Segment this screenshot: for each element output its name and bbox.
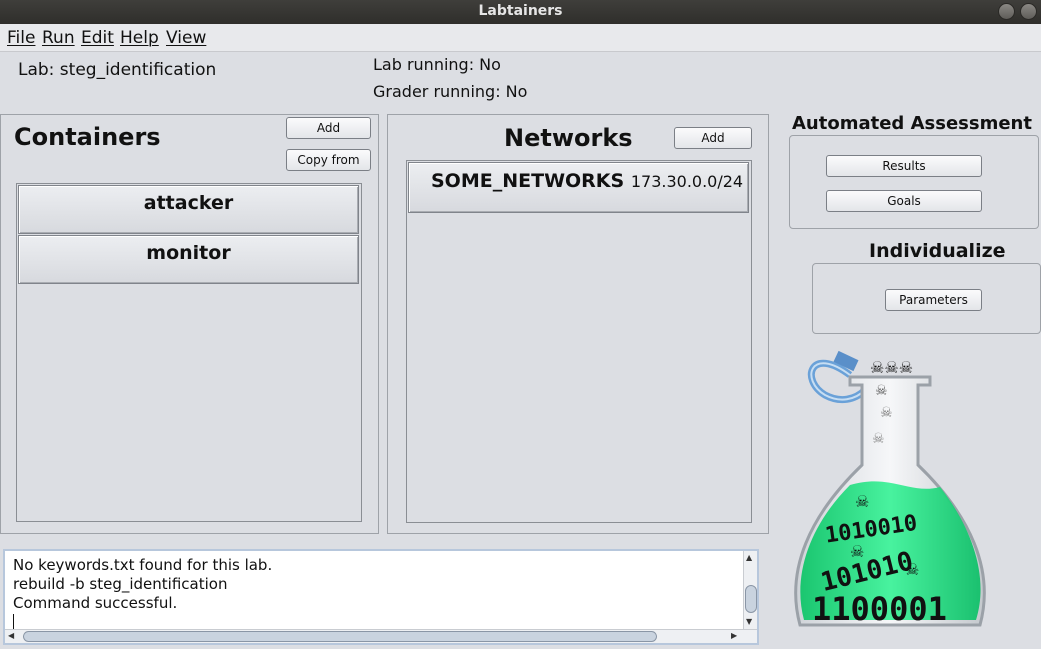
menu-edit[interactable]: Edit: [81, 28, 114, 48]
menu-bar: File Run Edit Help View: [0, 24, 1041, 52]
copy-from-button[interactable]: Copy from: [286, 149, 371, 171]
menu-file[interactable]: File: [7, 28, 35, 48]
skull-icon: ☠☠☠: [870, 358, 913, 377]
text-cursor: [13, 614, 14, 630]
vertical-scrollbar[interactable]: ▲ ▼: [743, 551, 757, 629]
goals-button[interactable]: Goals: [826, 190, 982, 212]
scroll-up-icon[interactable]: ▲: [746, 553, 752, 562]
lab-label: Lab: steg_identification: [18, 60, 217, 80]
skull-icon: ☠: [855, 492, 869, 511]
lab-running-status: Lab running: No: [373, 55, 501, 74]
networks-title: Networks: [504, 124, 633, 152]
skull-icon: ☠: [872, 431, 885, 447]
parameters-button[interactable]: Parameters: [885, 289, 982, 311]
assessment-panel: [789, 135, 1039, 229]
container-item-attacker[interactable]: attacker: [18, 185, 359, 234]
log-line: No keywords.txt found for this lab.: [13, 556, 273, 574]
scroll-right-icon[interactable]: ▶: [731, 631, 737, 640]
container-item-monitor[interactable]: monitor: [18, 235, 359, 284]
individualize-title: Individualize: [869, 240, 1006, 262]
skull-icon: ☠: [880, 405, 893, 421]
horizontal-scrollbar[interactable]: ◀ ▶: [5, 629, 757, 643]
menu-run[interactable]: Run: [42, 28, 75, 48]
containers-title: Containers: [14, 123, 161, 151]
minimize-button[interactable]: [998, 3, 1015, 20]
scroll-down-icon[interactable]: ▼: [746, 617, 752, 626]
window-title: Labtainers: [478, 3, 563, 19]
window-title-bar: Labtainers: [0, 0, 1041, 24]
grader-running-status: Grader running: No: [373, 82, 528, 101]
log-line: Command successful.: [13, 594, 178, 612]
scroll-left-icon[interactable]: ◀: [8, 631, 14, 640]
horizontal-scroll-thumb[interactable]: [23, 631, 657, 642]
log-output[interactable]: No keywords.txt found for this lab. rebu…: [3, 549, 759, 645]
logo-binary-bottom: 1100001: [812, 590, 947, 628]
labtainers-logo: ☠☠☠ ☠ ☠ ☠ ☠ ☠ ☠ 1010010 101010 1100001: [794, 350, 986, 628]
menu-help[interactable]: Help: [120, 28, 159, 48]
assessment-title: Automated Assessment: [792, 113, 1032, 134]
network-subnet: 173.30.0.0/24: [630, 172, 744, 191]
skull-icon: ☠: [875, 383, 888, 399]
close-button[interactable]: [1020, 3, 1037, 20]
results-button[interactable]: Results: [826, 155, 982, 177]
add-network-button[interactable]: Add: [674, 127, 752, 149]
add-container-button[interactable]: Add: [286, 117, 371, 139]
log-line: rebuild -b steg_identification: [13, 575, 228, 593]
menu-view[interactable]: View: [166, 28, 206, 48]
network-item[interactable]: SOME_NETWORKS 173.30.0.0/24: [408, 162, 749, 213]
vertical-scroll-thumb[interactable]: [745, 585, 757, 613]
network-name: SOME_NETWORKS: [431, 170, 625, 192]
networks-list: [406, 160, 752, 523]
